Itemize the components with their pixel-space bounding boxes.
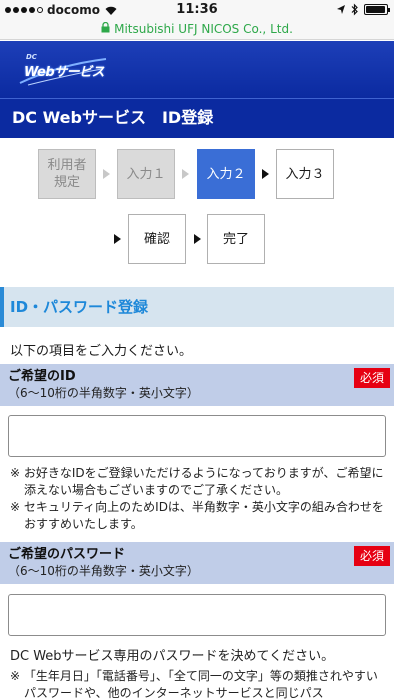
battery-icon bbox=[364, 4, 390, 15]
step-input-2: 入力２ bbox=[197, 149, 255, 199]
step-terms: 利用者 規定 bbox=[38, 149, 96, 199]
step-label: 利用者 規定 bbox=[47, 158, 87, 190]
id-note: ※ お好きなIDをご登録いただけるようになっておりますが、ご希望に添えない場合も… bbox=[10, 466, 384, 497]
site-header: DC Webサービス bbox=[0, 41, 394, 98]
id-field-header: ご希望のID （6〜10桁の半角数字・英小文字） 必須 bbox=[0, 364, 394, 406]
bluetooth-icon bbox=[351, 3, 358, 16]
id-note: ※ セキュリティ向上のためIDは、半角数字・英小文字の組み合わせをおすすめいたし… bbox=[10, 500, 384, 531]
required-badge: 必須 bbox=[354, 546, 390, 566]
address-bar[interactable]: Mitsubishi UFJ NICOS Co., Ltd. bbox=[0, 20, 394, 40]
step-label: 完了 bbox=[222, 231, 249, 247]
step-label: 入力３ bbox=[285, 166, 325, 182]
step-complete: 完了 bbox=[207, 214, 265, 264]
id-input[interactable] bbox=[8, 415, 386, 457]
password-note: ※ 「生年月日」「電話番号」、「全て同一の文字」等の類推されやすいパスワードや、… bbox=[10, 669, 378, 700]
status-bar: docomo 11:36 bbox=[0, 0, 394, 20]
password-field-header: ご希望のパスワード （6〜10桁の半角数字・英小文字） 必須 bbox=[0, 542, 394, 584]
step-arrow-icon bbox=[262, 169, 269, 179]
step-arrow-icon bbox=[103, 169, 110, 179]
intro-text: 以下の項目をご入力ください。 bbox=[10, 344, 193, 359]
id-field-hint: （6〜10桁の半角数字・英小文字） bbox=[8, 386, 199, 400]
site-name: Mitsubishi UFJ NICOS Co., Ltd. bbox=[114, 22, 293, 36]
password-description: DC Webサービス専用のパスワードを決めてください。 bbox=[10, 649, 335, 664]
step-confirm: 確認 bbox=[128, 214, 186, 264]
clock: 11:36 bbox=[176, 2, 218, 17]
section-heading: ID・パスワード登録 bbox=[0, 287, 394, 327]
step-arrow-icon bbox=[182, 169, 189, 179]
password-field-label: ご希望のパスワード bbox=[8, 547, 126, 562]
step-label: 入力２ bbox=[206, 166, 246, 182]
password-input[interactable] bbox=[8, 594, 386, 636]
location-icon bbox=[337, 5, 345, 14]
id-field-label: ご希望のID bbox=[8, 369, 76, 384]
password-field-hint: （6〜10桁の半角数字・英小文字） bbox=[8, 564, 199, 578]
step-label: 入力１ bbox=[126, 166, 166, 182]
lock-icon bbox=[101, 20, 110, 38]
logo-dc-text: DC bbox=[26, 53, 37, 61]
step-input-1: 入力１ bbox=[117, 149, 175, 199]
step-arrow-icon bbox=[114, 234, 121, 244]
step-arrow-icon bbox=[194, 234, 201, 244]
required-badge: 必須 bbox=[354, 368, 390, 388]
step-input-3: 入力３ bbox=[276, 149, 334, 199]
page-title: DC Webサービス ID登録 bbox=[0, 98, 394, 138]
step-label: 確認 bbox=[143, 231, 170, 247]
site-logo[interactable]: DC Webサービス bbox=[18, 53, 108, 87]
logo-text: Webサービス bbox=[24, 65, 105, 80]
